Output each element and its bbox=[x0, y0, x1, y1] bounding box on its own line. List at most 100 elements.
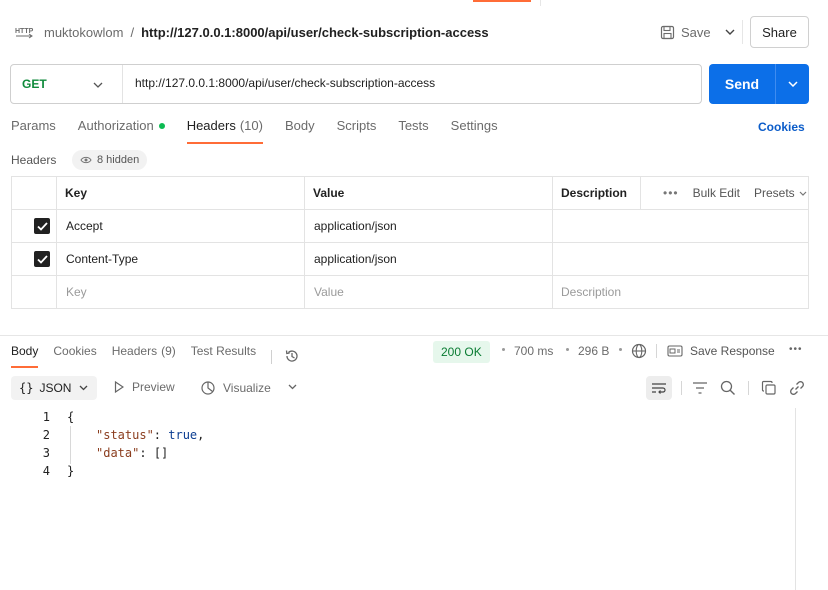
response-size[interactable]: 296 B bbox=[578, 344, 609, 358]
method-select[interactable]: GET bbox=[11, 65, 123, 103]
tab-scripts[interactable]: Scripts bbox=[337, 118, 377, 144]
tab-params[interactable]: Params bbox=[11, 118, 56, 144]
new-value-input[interactable]: Value bbox=[314, 276, 344, 308]
toolbar-separator bbox=[681, 381, 682, 395]
breadcrumb-separator: / bbox=[130, 24, 135, 40]
pane-divider[interactable] bbox=[0, 335, 828, 336]
json-brace: } bbox=[67, 464, 75, 478]
meta-divider bbox=[656, 344, 657, 358]
visualize-button[interactable]: Visualize bbox=[200, 380, 271, 396]
tab-label: Cookies bbox=[53, 344, 97, 358]
json-brace: { bbox=[67, 410, 75, 424]
status-badge[interactable]: 200 OK bbox=[433, 341, 490, 363]
top-tab-accent bbox=[473, 0, 531, 2]
column-header-description: Description bbox=[561, 186, 628, 200]
send-options-button[interactable] bbox=[776, 64, 809, 104]
headers-section-label: Headers bbox=[11, 153, 57, 167]
new-description-input[interactable]: Description bbox=[561, 276, 621, 308]
hidden-headers-toggle[interactable]: 8 hidden bbox=[72, 150, 148, 170]
header-value-cell[interactable]: application/json bbox=[314, 210, 397, 242]
line-number: 2 bbox=[42, 428, 50, 442]
copy-icon[interactable] bbox=[760, 379, 778, 397]
tab-test-results[interactable]: Test Results bbox=[191, 344, 256, 368]
play-icon bbox=[114, 381, 124, 393]
save-icon bbox=[660, 25, 675, 40]
presets-label: Presets bbox=[753, 186, 795, 200]
save-options-button[interactable] bbox=[720, 20, 740, 44]
request-tabs: Params Authorization Headers (10) Body Sc… bbox=[11, 118, 520, 144]
header-description-cell[interactable] bbox=[561, 210, 801, 242]
tab-response-body[interactable]: Body bbox=[11, 344, 39, 368]
visualize-options-button[interactable] bbox=[288, 384, 297, 390]
visualize-label: Visualize bbox=[223, 381, 271, 395]
filter-icon[interactable] bbox=[691, 379, 709, 397]
code-line: } bbox=[67, 464, 74, 478]
tab-label: Settings bbox=[450, 118, 498, 133]
header-value-cell[interactable]: application/json bbox=[314, 243, 397, 275]
history-icon[interactable] bbox=[284, 348, 300, 364]
column-header-value: Value bbox=[313, 186, 345, 200]
save-label: Save bbox=[681, 24, 711, 40]
save-response-icon bbox=[667, 344, 683, 358]
status-dot-icon bbox=[158, 123, 165, 129]
tab-tests[interactable]: Tests bbox=[398, 118, 428, 144]
header-enabled-checkbox[interactable] bbox=[34, 243, 50, 275]
link-icon[interactable] bbox=[788, 379, 806, 397]
code-line: "status": true, bbox=[96, 428, 205, 442]
tab-response-headers[interactable]: Headers (9) bbox=[112, 344, 176, 368]
tab-label: Params bbox=[11, 118, 56, 133]
tab-separator bbox=[271, 349, 273, 364]
tab-response-cookies[interactable]: Cookies bbox=[53, 344, 96, 368]
tab-settings[interactable]: Settings bbox=[451, 118, 498, 144]
tab-label: Scripts bbox=[336, 118, 377, 133]
send-button[interactable]: Send bbox=[709, 64, 809, 104]
tab-body[interactable]: Body bbox=[285, 118, 315, 144]
save-response-label: Save Response bbox=[690, 344, 775, 358]
code-scrollbar[interactable] bbox=[795, 408, 809, 590]
save-button[interactable]: Save bbox=[660, 20, 711, 44]
json-value: [] bbox=[153, 446, 169, 460]
cookies-link[interactable]: Cookies bbox=[758, 120, 805, 134]
preview-button[interactable]: Preview bbox=[114, 380, 175, 394]
tab-label: Headers bbox=[111, 344, 158, 358]
globe-icon[interactable] bbox=[631, 343, 647, 359]
tab-label: Body bbox=[284, 118, 315, 133]
workspace-link[interactable]: muktokowlom bbox=[44, 25, 123, 40]
check-icon bbox=[36, 221, 48, 231]
json-value: true bbox=[168, 428, 198, 442]
tab-count: (10) bbox=[239, 118, 263, 133]
chevron-down-icon bbox=[787, 81, 798, 87]
send-label: Send bbox=[724, 76, 760, 92]
share-button[interactable]: Share bbox=[750, 16, 809, 48]
table-row: Accept application/json bbox=[12, 210, 808, 243]
indent-guide bbox=[70, 426, 71, 464]
code-line: { bbox=[67, 410, 74, 424]
more-icon[interactable]: ••• bbox=[663, 186, 679, 200]
braces-icon: {} bbox=[19, 381, 34, 395]
tab-label: Headers bbox=[186, 118, 236, 133]
header-enabled-checkbox[interactable] bbox=[34, 210, 50, 242]
url-input[interactable] bbox=[135, 76, 685, 90]
tab-headers[interactable]: Headers (10) bbox=[186, 118, 264, 144]
more-icon[interactable]: ••• bbox=[789, 344, 803, 355]
tab-label: Tests bbox=[398, 118, 429, 133]
response-time[interactable]: 700 ms bbox=[514, 344, 553, 358]
save-response-button[interactable]: Save Response bbox=[667, 344, 775, 358]
bulk-edit-button[interactable]: Bulk Edit bbox=[693, 186, 740, 200]
tab-count: (9) bbox=[161, 344, 176, 358]
svg-text:HTTP: HTTP bbox=[15, 28, 34, 35]
response-body-viewer[interactable]: 1 2 3 4 { "status": true, "data": [] } bbox=[0, 408, 796, 590]
header-key-cell[interactable]: Accept bbox=[66, 210, 103, 242]
response-format-select[interactable]: {} JSON bbox=[11, 376, 97, 400]
new-key-input[interactable]: Key bbox=[66, 276, 87, 308]
header-description-cell[interactable] bbox=[561, 243, 801, 275]
request-url-bar: GET bbox=[10, 64, 702, 104]
request-title[interactable]: http://127.0.0.1:8000/api/user/check-sub… bbox=[141, 25, 489, 40]
toolbar-separator bbox=[748, 381, 749, 395]
presets-button[interactable]: Presets bbox=[754, 186, 807, 200]
tab-authorization[interactable]: Authorization bbox=[78, 118, 165, 144]
wrap-lines-button[interactable] bbox=[646, 376, 672, 400]
header-key-cell[interactable]: Content-Type bbox=[66, 243, 138, 275]
search-icon[interactable] bbox=[719, 379, 737, 397]
code-line: "data": [] bbox=[96, 446, 169, 460]
